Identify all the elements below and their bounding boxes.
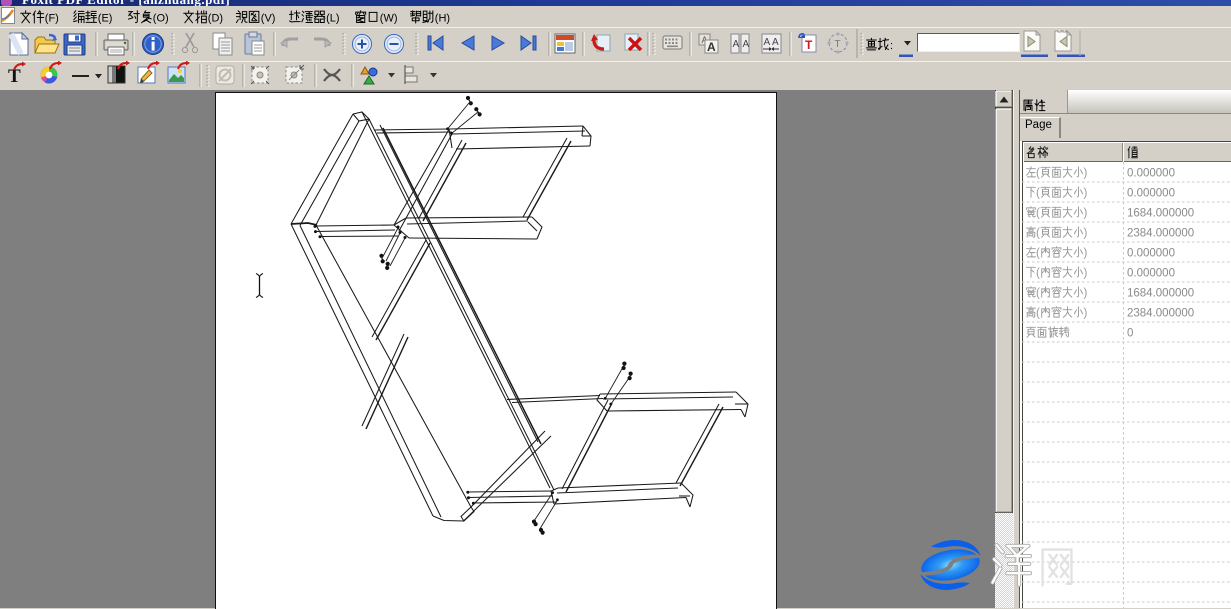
svg-text:A: A [772,37,779,48]
svg-text:2384.000000: 2384.000000 [1127,228,1194,240]
svg-text:0.000000: 0.000000 [1127,168,1175,180]
svg-text:): ) [1084,248,1088,260]
svg-text:0.000000: 0.000000 [1127,248,1175,260]
svg-text:): ) [1084,308,1088,320]
svg-text:1684.000000: 1684.000000 [1127,208,1194,220]
svg-text:(: ( [1036,248,1040,260]
svg-text:): ) [1084,188,1088,200]
svg-text:A: A [707,40,716,54]
svg-text:(O): (O) [153,13,169,25]
svg-text:(: ( [1036,208,1040,220]
svg-text:(: ( [1036,288,1040,300]
svg-text:0: 0 [1127,328,1133,340]
svg-text:T: T [805,38,813,52]
svg-text:(V): (V) [261,13,276,25]
svg-text:): ) [1084,228,1088,240]
svg-text:1684.000000: 1684.000000 [1127,288,1194,300]
svg-text:(E): (E) [98,13,113,25]
svg-text:A: A [743,39,750,50]
svg-text:(W): (W) [380,13,398,25]
svg-text:): ) [1084,288,1088,300]
svg-text:0.000000: 0.000000 [1127,268,1175,280]
svg-text:(: ( [1036,188,1040,200]
svg-text:(H): (H) [435,13,450,25]
svg-text:0.000000: 0.000000 [1127,188,1175,200]
svg-text:(: ( [1036,268,1040,280]
svg-text:(F): (F) [45,13,59,25]
svg-text:(: ( [1036,308,1040,320]
svg-text:T: T [835,39,841,50]
svg-text:): ) [1084,168,1088,180]
svg-text::: : [890,40,893,52]
svg-text:2384.000000: 2384.000000 [1127,308,1194,320]
svg-text:A: A [733,39,740,50]
svg-text:A: A [764,37,771,48]
svg-text:): ) [1084,208,1088,220]
svg-text:(: ( [1036,168,1040,180]
svg-text:(L): (L) [326,13,339,25]
svg-text:): ) [1084,268,1088,280]
svg-text:(: ( [1036,228,1040,240]
svg-text:(D): (D) [208,13,223,25]
